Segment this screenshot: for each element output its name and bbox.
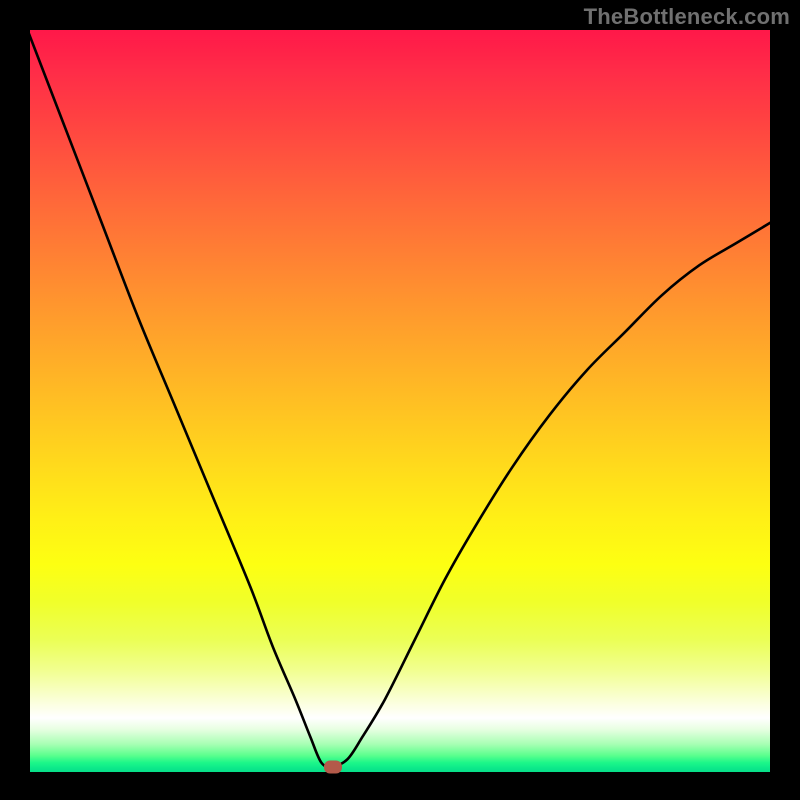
chart-stage: TheBottleneck.com: [0, 0, 800, 800]
watermark-text: TheBottleneck.com: [584, 4, 790, 30]
plot-area: [26, 26, 774, 774]
x-axis-line: [26, 772, 774, 776]
optimum-marker: [324, 760, 342, 773]
bottleneck-curve: [26, 26, 774, 774]
